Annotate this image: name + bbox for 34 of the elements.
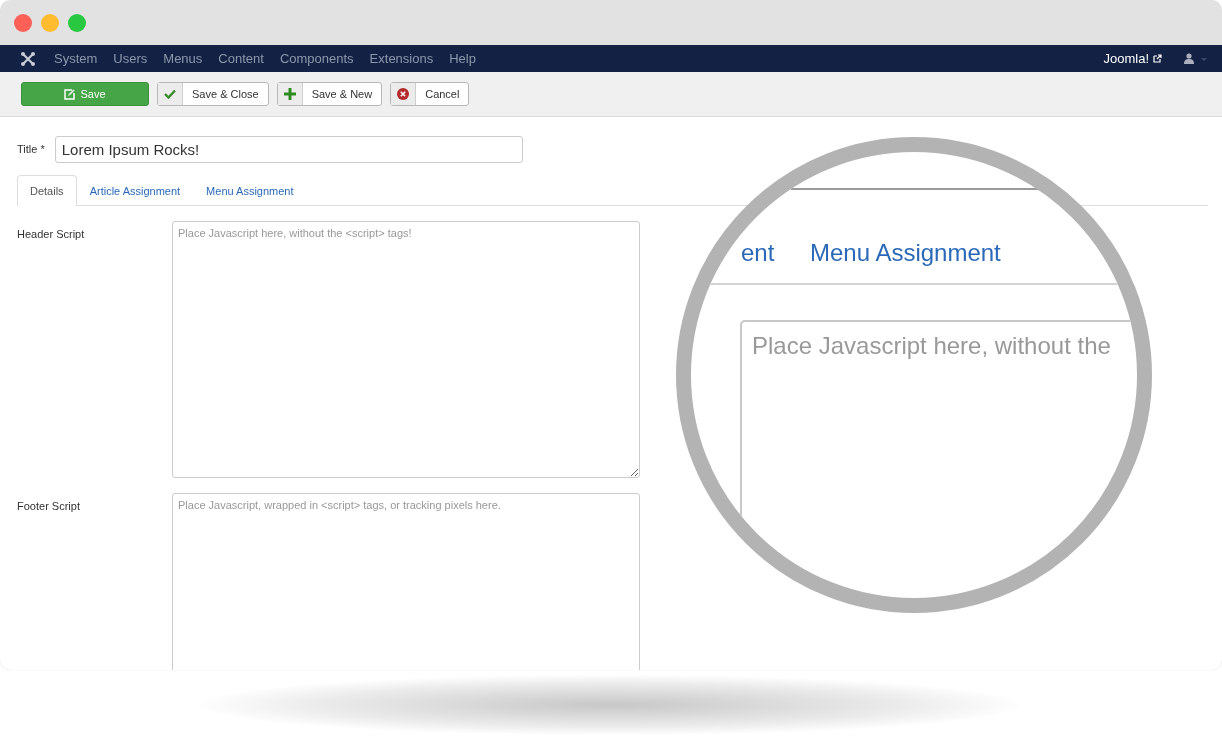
tab-label: ent <box>741 239 775 267</box>
menu-item[interactable]: System <box>54 51 98 66</box>
tab-label: Menu Assignment <box>810 239 1001 267</box>
window-control-button[interactable] <box>41 13 59 32</box>
edit-icon <box>64 88 76 100</box>
checkmark-icon <box>158 83 183 105</box>
window-control-button[interactable] <box>68 13 86 32</box>
script-field[interactable]: Place Javascript, wrapped in <script> tags, or tracking pixels here. <box>172 493 640 670</box>
menu-item[interactable]: Extensions <box>369 51 434 66</box>
menu-item[interactable]: Components <box>279 51 354 66</box>
menu-item[interactable]: Users <box>113 51 148 66</box>
script-field[interactable]: Place Javascript here, without the <script> tags! <box>172 221 640 478</box>
window-control-button[interactable] <box>14 13 32 32</box>
field-label: Footer Script <box>17 500 81 514</box>
toolbar-button[interactable]: Save & New <box>276 82 383 106</box>
toolbar-button[interactable]: Save <box>21 82 149 106</box>
external-link-icon <box>1153 54 1162 63</box>
field-label: Title * <box>17 143 45 155</box>
tab[interactable]: Details <box>17 175 77 206</box>
menu-item[interactable]: Help <box>449 51 476 66</box>
toolbar-button[interactable]: Cancel <box>390 82 470 106</box>
cancel-icon <box>391 83 417 105</box>
tab[interactable]: Menu Assignment <box>193 175 307 206</box>
toolbar-button[interactable]: Save & Close <box>157 82 269 106</box>
menu-item[interactable]: Content <box>218 51 264 66</box>
user-menu-icon[interactable] <box>1184 52 1208 65</box>
site-link[interactable]: Joomla! <box>1103 51 1162 66</box>
field-label: Header Script <box>17 228 86 242</box>
tab[interactable]: Article Assignment <box>76 175 194 206</box>
plus-icon <box>277 83 303 105</box>
placeholder-text: Place Javascript here, without the <box>752 332 1111 359</box>
title-field[interactable]: Lorem Ipsum Rocks! <box>54 136 523 163</box>
logo-icon[interactable] <box>20 50 36 67</box>
menu-item[interactable]: Menus <box>163 51 203 66</box>
